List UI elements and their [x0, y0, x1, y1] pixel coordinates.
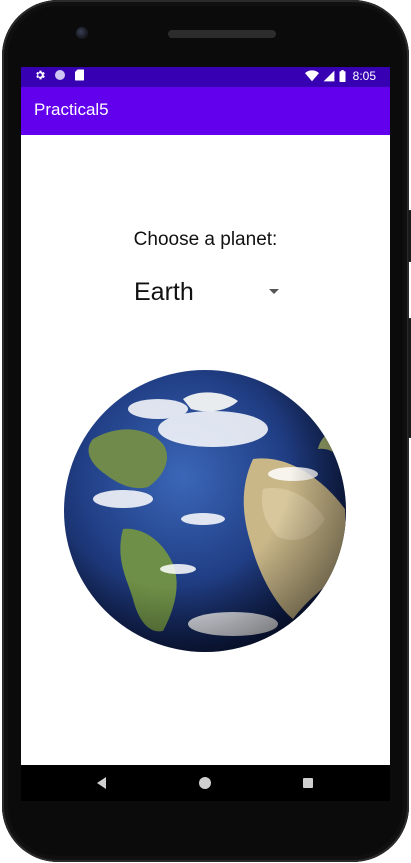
navigation-bar	[21, 765, 390, 801]
app-title: Practical5	[34, 100, 109, 119]
sd-card-icon	[75, 69, 84, 81]
status-bar: 8:05	[21, 67, 390, 87]
earpiece-speaker	[168, 30, 276, 38]
circle-notification-icon	[55, 70, 65, 80]
main-content: Choose a planet: Earth	[21, 135, 390, 765]
app-bar: Practical5	[21, 87, 390, 135]
settings-gear-icon	[36, 70, 45, 80]
planet-spinner-value: Earth	[134, 278, 194, 306]
battery-icon	[339, 70, 346, 82]
earth-image	[64, 370, 346, 652]
front-camera	[76, 27, 88, 39]
choose-planet-label: Choose a planet:	[133, 229, 278, 250]
phone-frame: 8:05 Practical5 Choose a planet: Earth	[2, 0, 411, 862]
planet-spinner[interactable]: Earth	[130, 270, 285, 316]
home-icon[interactable]	[199, 777, 211, 789]
wifi-icon	[304, 70, 319, 82]
dropdown-arrow-icon	[269, 289, 279, 294]
status-time: 8:05	[352, 69, 376, 83]
screen: 8:05 Practical5 Choose a planet: Earth	[21, 67, 390, 801]
back-icon[interactable]	[97, 777, 106, 789]
recents-icon[interactable]	[303, 778, 313, 788]
cellular-signal-icon	[323, 70, 335, 82]
